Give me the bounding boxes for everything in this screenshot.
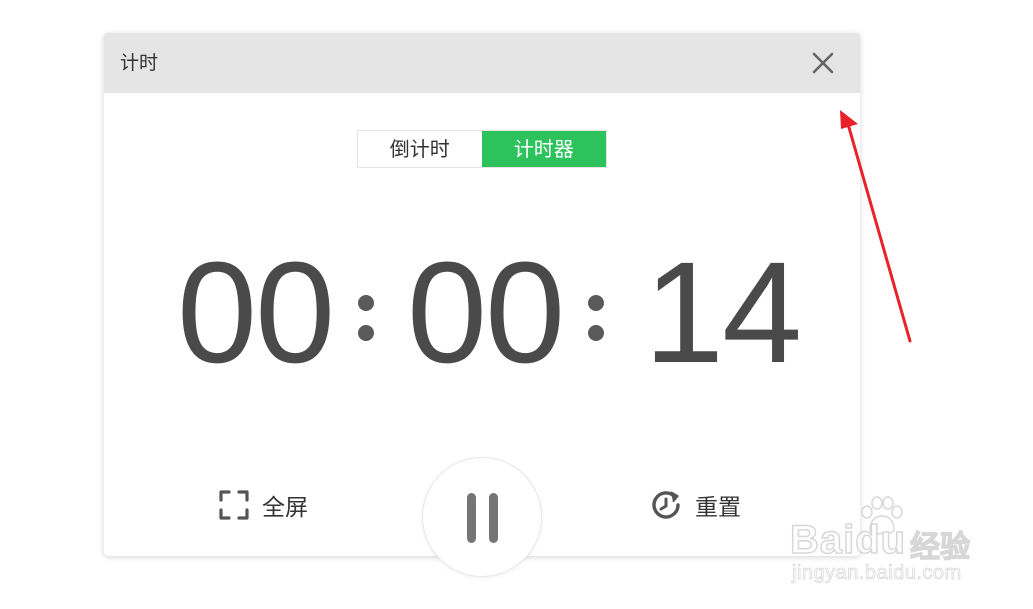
screen: 计时 倒计时 计时器 00 00 14 全屏 重置 Baidu 经验 jingy…	[0, 0, 1033, 609]
watermark-brand: Baidu	[789, 517, 907, 563]
annotation-arrow	[840, 110, 912, 343]
watermark-url: jingyan.baidu.com	[792, 562, 962, 585]
timer-dialog: 计时 倒计时 计时器 00 00 14 全屏 重置	[104, 33, 860, 577]
pause-button[interactable]	[422, 457, 542, 577]
fullscreen-button[interactable]: 全屏	[218, 487, 308, 523]
fullscreen-icon	[219, 490, 249, 520]
title-bar: 计时	[104, 33, 860, 93]
seconds-value: 14	[644, 232, 802, 393]
close-icon	[812, 52, 834, 74]
watermark-brand-cn: 经验	[909, 529, 970, 565]
close-button[interactable]	[804, 47, 840, 79]
minutes-value: 00	[407, 232, 565, 393]
baidu-watermark: Baidu 经验 jingyan.baidu.com	[789, 496, 990, 591]
reset-button[interactable]: 重置	[649, 487, 741, 523]
fullscreen-label: 全屏	[262, 495, 308, 521]
reset-label: 重置	[695, 495, 741, 521]
reset-icon	[652, 491, 680, 519]
time-separator	[358, 295, 374, 345]
time-separator	[588, 295, 604, 345]
tab-stopwatch[interactable]: 计时器	[481, 131, 606, 167]
hours-value: 00	[177, 232, 335, 393]
dialog-title: 计时	[120, 52, 159, 74]
time-display: 00 00 14	[104, 233, 860, 393]
mode-tabs: 倒计时 计时器	[357, 130, 607, 168]
tab-countdown[interactable]: 倒计时	[358, 131, 482, 167]
